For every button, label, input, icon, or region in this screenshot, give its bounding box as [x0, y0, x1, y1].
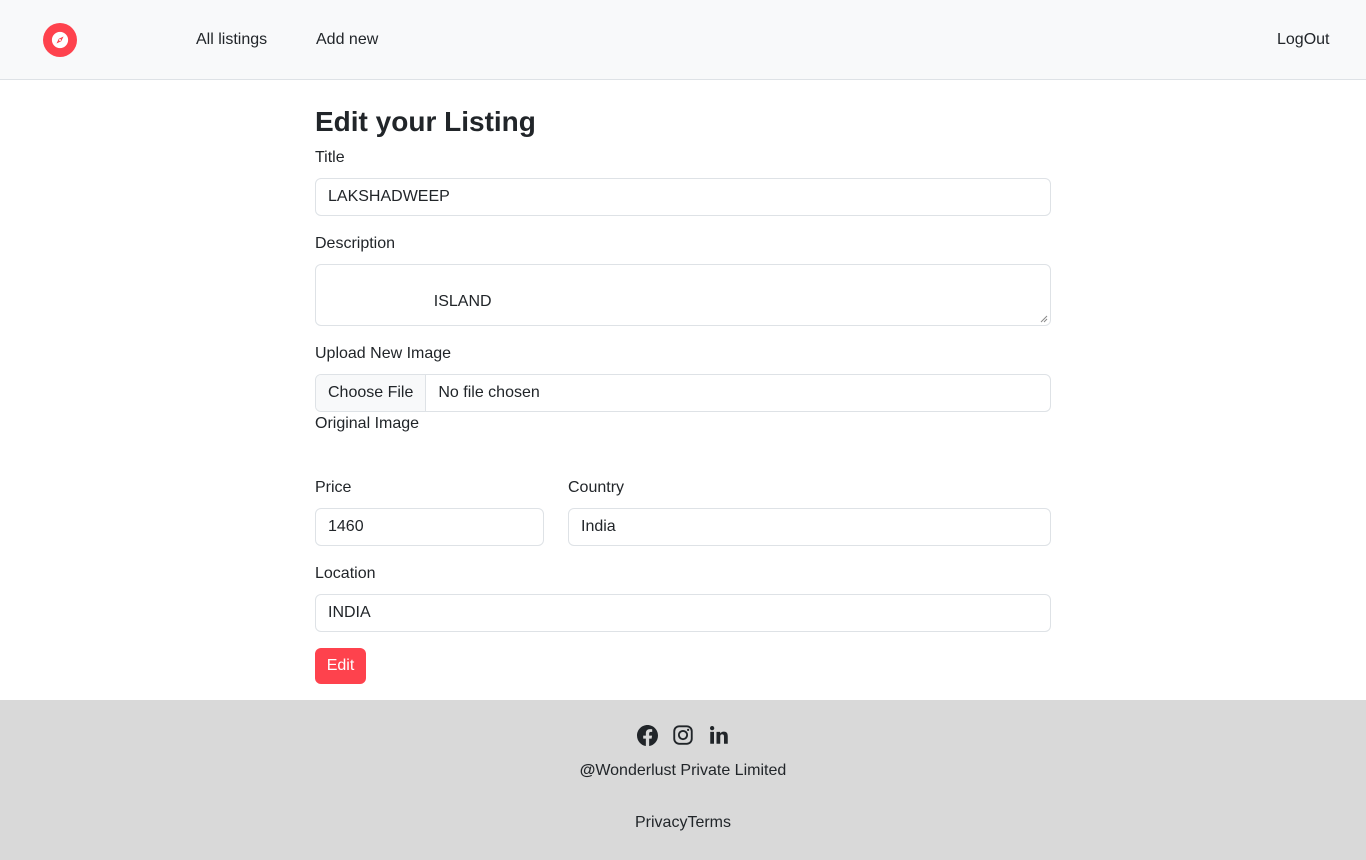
- choose-file-button[interactable]: Choose File: [316, 375, 427, 411]
- price-input-value: 1460: [328, 518, 364, 535]
- location-input[interactable]: INDIA: [315, 594, 1051, 632]
- location-label: Location: [315, 565, 376, 582]
- social-links: [0, 724, 1366, 746]
- description-label: Description: [315, 235, 396, 252]
- edit-button[interactable]: Edit: [315, 648, 366, 684]
- nav-all-listings[interactable]: All listings: [196, 30, 267, 50]
- upload-label: Upload New Image: [315, 345, 452, 362]
- country-input-value: India: [581, 518, 616, 535]
- title-label: Title: [315, 149, 345, 166]
- footer-links: PrivacyTerms: [0, 813, 1366, 833]
- image-file-input[interactable]: Choose File No file chosen: [315, 374, 1051, 412]
- navbar: All listings Add new LogOut: [0, 0, 1366, 80]
- price-input[interactable]: 1460: [315, 508, 544, 546]
- compass-icon[interactable]: [43, 23, 77, 57]
- linkedin-icon[interactable]: [708, 724, 730, 746]
- compass-glyph: [51, 31, 69, 49]
- description-textarea[interactable]: ISLAND: [315, 264, 1051, 326]
- description-value: ISLAND: [433, 293, 492, 310]
- price-label: Price: [315, 479, 352, 496]
- resize-grip-icon[interactable]: [1040, 315, 1048, 323]
- brand-text: Wonderlust Private Limited: [595, 762, 787, 779]
- terms-link[interactable]: Terms: [687, 814, 731, 831]
- file-status: No file chosen: [438, 384, 540, 401]
- title-input[interactable]: LAKSHADWEEP: [315, 178, 1051, 216]
- footer-brand: @Wonderlust Private Limited: [0, 761, 1366, 781]
- footer: @Wonderlust Private Limited PrivacyTerms: [0, 700, 1366, 860]
- title-input-value: LAKSHADWEEP: [328, 188, 450, 205]
- nav-logout[interactable]: LogOut: [1277, 30, 1329, 50]
- page-title: Edit your Listing: [315, 106, 536, 137]
- privacy-link[interactable]: Privacy: [635, 814, 687, 831]
- instagram-icon[interactable]: [672, 724, 694, 746]
- country-input[interactable]: India: [568, 508, 1051, 546]
- country-label: Country: [568, 479, 625, 496]
- nav-add-new[interactable]: Add new: [316, 30, 378, 50]
- brand-prefix: @: [579, 762, 596, 779]
- location-input-value: INDIA: [328, 604, 371, 621]
- original-image-label: Original Image: [315, 415, 420, 432]
- facebook-icon[interactable]: [636, 724, 658, 746]
